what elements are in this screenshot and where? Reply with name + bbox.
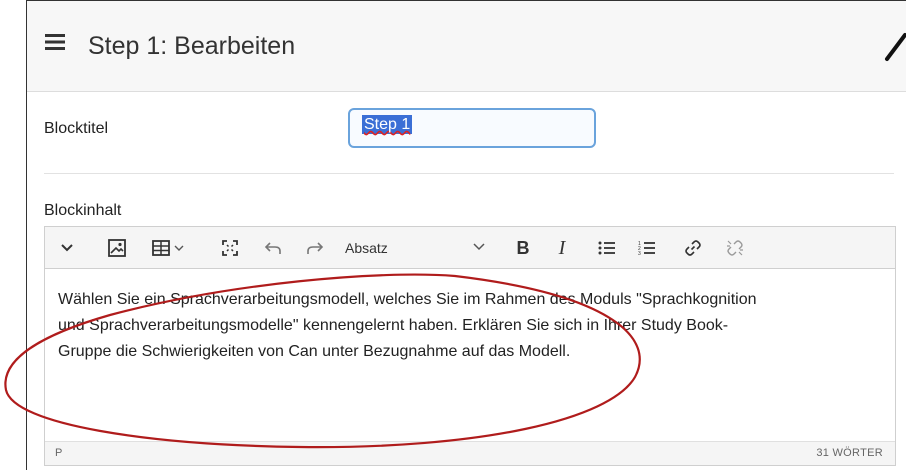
- panel-header: Step 1: Bearbeiten: [27, 1, 906, 92]
- undo-icon[interactable]: [263, 236, 283, 260]
- table-icon[interactable]: [151, 236, 189, 260]
- pencil-icon[interactable]: [883, 31, 906, 63]
- hamburger-icon[interactable]: [44, 31, 66, 53]
- edit-block-panel: Step 1: Bearbeiten Blocktitel Step 1 Blo…: [26, 0, 906, 470]
- block-title-label: Blocktitel: [44, 120, 109, 137]
- content-line: und Sprachverarbeitungsmodelle" kennenge…: [58, 317, 729, 334]
- editor-toolbar: Absatz B I 123: [45, 227, 895, 269]
- image-icon[interactable]: [107, 236, 127, 260]
- block-title-value[interactable]: Step 1: [362, 115, 413, 134]
- page-title: Step 1: Bearbeiten: [88, 32, 296, 60]
- redo-icon[interactable]: [305, 236, 325, 260]
- format-select[interactable]: Absatz: [345, 236, 495, 260]
- numbered-list-icon[interactable]: 123: [637, 236, 657, 260]
- content-line: Gruppe die Schwierigkeiten von Can unter…: [58, 343, 571, 360]
- editor-content[interactable]: Wählen Sie ein Sprachverarbeitungsmodell…: [58, 287, 888, 365]
- block-content-label: Blockinhalt: [44, 202, 122, 219]
- word-count: 31 WÖRTER: [816, 447, 883, 459]
- chevron-down-icon[interactable]: [59, 236, 75, 260]
- italic-button[interactable]: I: [555, 236, 569, 260]
- svg-text:3: 3: [638, 251, 641, 256]
- element-path[interactable]: P: [55, 447, 62, 459]
- bullet-list-icon[interactable]: [597, 236, 617, 260]
- block-title-input[interactable]: Step 1: [348, 108, 596, 148]
- unlink-icon[interactable]: [725, 236, 745, 260]
- content-line: Wählen Sie ein Sprachverarbeitungsmodell…: [58, 291, 757, 308]
- format-select-value: Absatz: [345, 240, 388, 256]
- chevron-down-icon: [473, 238, 485, 254]
- bold-button[interactable]: B: [515, 236, 531, 260]
- rich-text-editor[interactable]: Absatz B I 123 Wählen Sie ein Sprachvera…: [44, 226, 896, 466]
- link-icon[interactable]: [683, 236, 703, 260]
- fullscreen-icon[interactable]: [220, 236, 240, 260]
- divider: [44, 173, 894, 174]
- editor-statusbar: P 31 WÖRTER: [45, 441, 895, 465]
